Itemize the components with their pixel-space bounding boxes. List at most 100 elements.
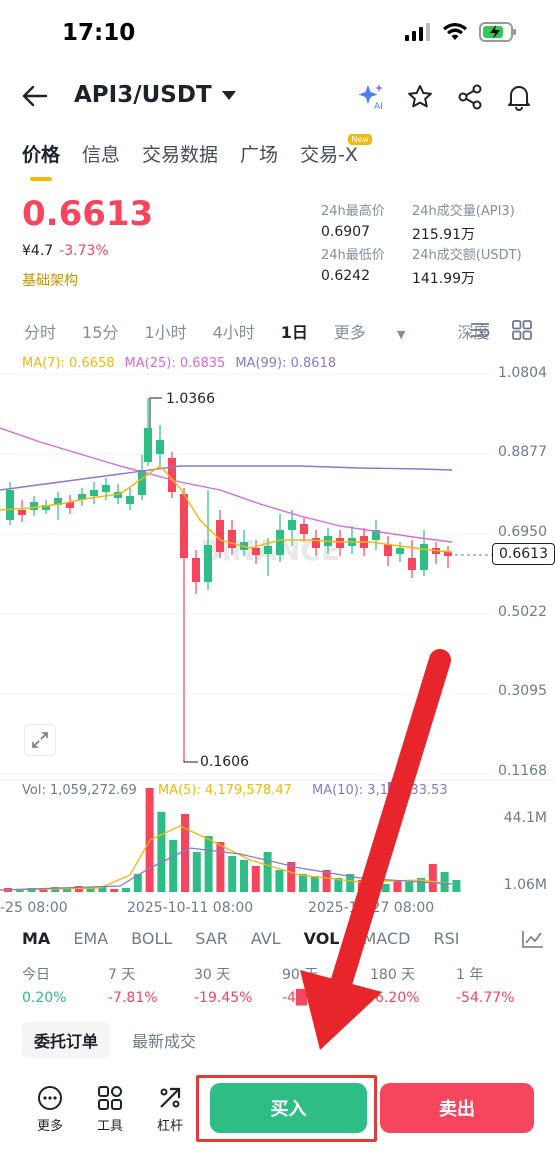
vol-ma5-legend: MA(5): 4,179,578.47 [158, 783, 292, 798]
volume-bar [110, 889, 119, 892]
y-tick-5: 0.1168 [498, 763, 547, 779]
tab-trading-data[interactable]: 交易数据 [142, 140, 218, 181]
high-leader [149, 397, 162, 428]
interval-line[interactable]: 分时 [24, 319, 56, 343]
category-tag[interactable]: 基础架构 [22, 270, 78, 290]
ma7-legend: MA(7): 0.6658 [22, 356, 115, 371]
vol-tick-1: 1.06M [503, 877, 547, 893]
candle-body [396, 548, 404, 554]
interval-bar: 分时 15分 1小时 4小时 1日 更多 ▼ 深度 [24, 319, 516, 343]
tab-square[interactable]: 广场 [240, 140, 278, 181]
bell-alert-icon[interactable] [506, 83, 532, 111]
more-dots-icon [38, 1086, 62, 1110]
caret-down-icon: ▼ [397, 328, 406, 341]
candle-body [264, 546, 272, 554]
candle-body [144, 428, 152, 462]
perf-90d: 90 天 -4█ [282, 967, 319, 1006]
more-button[interactable]: 更多 [25, 1085, 75, 1134]
candle-body [276, 530, 284, 555]
indicator-rsi[interactable]: RSI [433, 929, 459, 948]
candle-body [336, 538, 344, 548]
candle-body [126, 496, 134, 504]
indicator-boll[interactable]: BOLL [131, 929, 172, 948]
last-price: 0.6613 [22, 194, 154, 234]
tab-open-orders[interactable]: 委托订单 [22, 1022, 111, 1058]
pair-selector[interactable]: API3/USDT [74, 82, 236, 108]
status-time: 17:10 [62, 20, 136, 46]
perf-7d: 7 天 -7.81% [108, 967, 158, 1006]
tab-trade-x[interactable]: 交易-X New [300, 134, 372, 181]
candle-body [102, 485, 110, 492]
indicator-ema[interactable]: EMA [73, 929, 108, 948]
indicator-bar: MA EMA BOLL SAR AVL VOL MACD RSI [22, 929, 482, 948]
interval-more[interactable]: 更多 ▼ [334, 319, 432, 343]
pair-name: API3/USDT [74, 82, 212, 108]
fullscreen-button[interactable] [24, 724, 56, 756]
volume-bar [204, 836, 213, 892]
stat-low: 24h最低价 0.6242 [321, 248, 385, 284]
expand-icon [32, 732, 48, 748]
candle-body [444, 552, 452, 556]
stat-volume-quote: 24h成交额(USDT) 141.99万 [412, 248, 522, 287]
high-annotation: 1.0366 [166, 391, 215, 407]
candle-body [312, 538, 320, 548]
vol-ma10-line [0, 847, 453, 891]
candle-body [420, 544, 428, 570]
indicator-ma[interactable]: MA [22, 929, 50, 948]
candle-body [192, 558, 200, 582]
interval-1d[interactable]: 1日 [281, 319, 308, 343]
current-price-label: 0.6613 [492, 543, 555, 565]
date-tick-2: 2025-10-27 08:00 [308, 900, 435, 916]
indicator-sar[interactable]: SAR [195, 929, 228, 948]
indicator-macd[interactable]: MACD [363, 929, 411, 948]
y-tick-1: 0.8877 [498, 444, 547, 460]
interval-15m[interactable]: 15分 [82, 319, 118, 343]
indicator-chart-icon[interactable] [522, 930, 544, 948]
volume-bar [228, 856, 237, 892]
candlestick-chart[interactable]: BINANCE [0, 370, 555, 910]
ma25-legend: MA(25): 0.6835 [124, 356, 226, 371]
volume-bar [181, 814, 189, 892]
volume-bar [299, 874, 307, 892]
volume-bar [275, 870, 284, 892]
chart-settings-icon[interactable] [470, 321, 490, 339]
interval-1h[interactable]: 1小时 [144, 319, 186, 343]
volume-bar [393, 880, 402, 892]
volume-bar [263, 852, 272, 892]
sell-button[interactable]: 卖出 [380, 1083, 534, 1133]
candle-body [156, 440, 164, 454]
volume-bar [440, 872, 449, 892]
perf-today: 今日 0.20% [22, 967, 67, 1006]
ai-sparkle-icon[interactable]: AI [356, 83, 386, 111]
svg-text:AI: AI [374, 102, 383, 111]
favorite-star-icon[interactable] [407, 84, 433, 110]
candle-body [288, 520, 296, 530]
layout-grid-icon[interactable] [512, 320, 532, 340]
tools-grid-icon [98, 1086, 122, 1110]
interval-4h[interactable]: 4小时 [213, 319, 255, 343]
margin-button[interactable]: 杠杆 [145, 1085, 195, 1134]
tab-info[interactable]: 信息 [82, 140, 120, 181]
indicator-avl[interactable]: AVL [251, 929, 281, 948]
ma99-line [0, 465, 453, 491]
status-bar: 17:10 [0, 0, 555, 68]
tab-latest-trades[interactable]: 最新成交 [120, 1022, 208, 1058]
tools-button[interactable]: 工具 [85, 1085, 135, 1134]
volume-bar [381, 884, 390, 892]
ma99-legend: MA(99): 0.8618 [235, 356, 337, 371]
vol-tick-0: 44.1M [503, 810, 547, 826]
indicator-vol[interactable]: VOL [304, 929, 340, 948]
highlight-box [196, 1075, 377, 1142]
share-icon[interactable] [457, 84, 483, 110]
y-tick-4: 0.3095 [498, 683, 547, 699]
tab-price[interactable]: 价格 [22, 140, 60, 181]
candle-body [18, 510, 26, 515]
low-annotation: 0.1606 [200, 754, 249, 770]
perf-1y: 1 年 -54.77% [456, 967, 515, 1006]
volume-bar [405, 882, 414, 892]
y-tick-3: 0.5022 [498, 604, 547, 620]
candle-body [6, 490, 14, 520]
change-percent: -3.73% [59, 243, 109, 259]
back-arrow-icon[interactable] [22, 84, 48, 108]
stat-volume-base: 24h成交量(API3) 215.91万 [412, 204, 515, 243]
